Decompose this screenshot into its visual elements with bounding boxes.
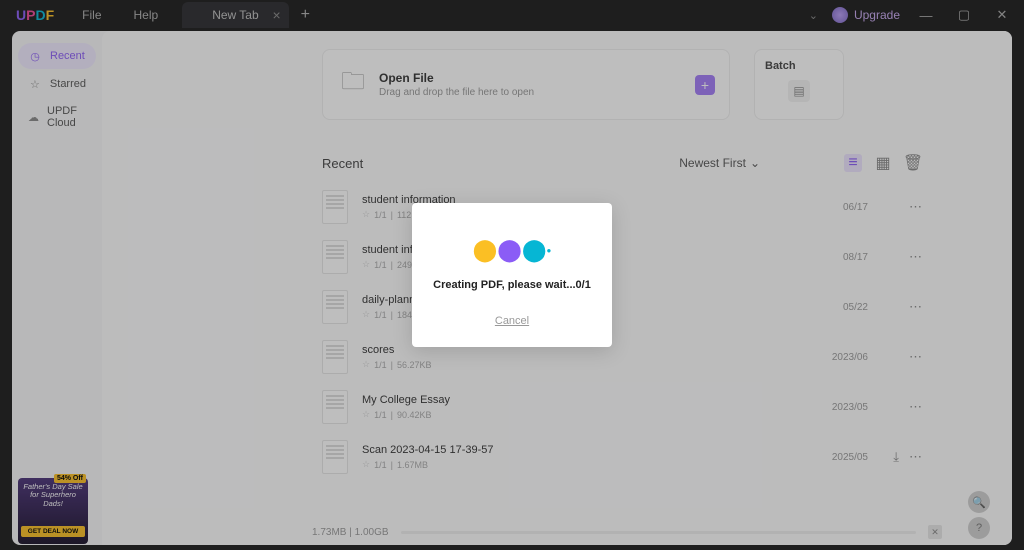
cancel-link[interactable]: Cancel [430, 315, 594, 327]
spinner-icon: ⬤⬤⬤● [430, 237, 594, 263]
modal-overlay: ⬤⬤⬤● Creating PDF, please wait...0/1 Can… [0, 0, 1024, 550]
creating-pdf-modal: ⬤⬤⬤● Creating PDF, please wait...0/1 Can… [412, 203, 612, 347]
modal-message: Creating PDF, please wait...0/1 [430, 279, 594, 291]
